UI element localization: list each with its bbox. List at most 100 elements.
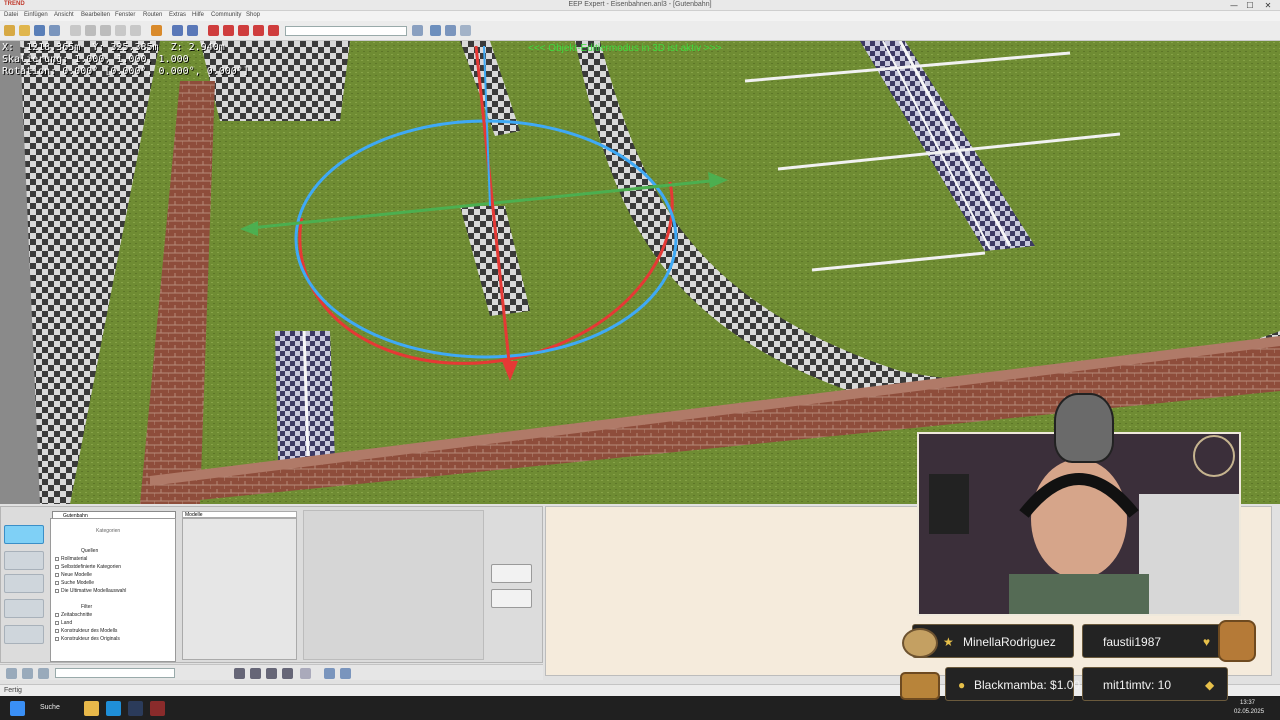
properties-icon[interactable]: [130, 25, 141, 36]
search-icon: [55, 580, 59, 585]
edge-icon[interactable]: [106, 701, 121, 716]
copy-icon[interactable]: [70, 25, 81, 36]
chat-user-3: Blackmamba: $1.00: [974, 678, 1081, 692]
treasure-chest-icon: [900, 672, 940, 700]
train-mode-icon[interactable]: [4, 551, 44, 570]
play-icon[interactable]: [250, 668, 261, 679]
track-icon[interactable]: [223, 25, 234, 36]
taskbar-search[interactable]: Suche: [40, 704, 60, 711]
menu-extras[interactable]: Extras: [169, 12, 186, 18]
menu-routen[interactable]: Routen: [143, 12, 162, 18]
tree-item-country[interactable]: Land: [55, 620, 72, 626]
roof-checker: [200, 41, 350, 121]
undo-icon[interactable]: [172, 25, 183, 36]
save-icon[interactable]: [34, 25, 45, 36]
menu-datei[interactable]: Datei: [4, 12, 18, 18]
barrel-icon: [1218, 620, 1256, 662]
tree-item-new-models[interactable]: Neue Modelle: [55, 572, 92, 578]
folder-icon: [55, 564, 59, 569]
edit-mode-banner: <<< Objekt-Editiermodus in 3D ist aktiv …: [528, 43, 722, 54]
tree-item-time-periods[interactable]: Zeitabschnitte: [55, 612, 92, 618]
file-explorer-icon[interactable]: [84, 701, 99, 716]
building-mode-icon[interactable]: [4, 599, 44, 618]
globe-icon: [55, 620, 59, 625]
pause-icon[interactable]: [234, 668, 245, 679]
playback-bar: [0, 664, 543, 680]
camera-icon[interactable]: [430, 25, 441, 36]
menu-shop[interactable]: Shop: [246, 12, 260, 18]
chat-user-1: MinellaRodriguez: [963, 635, 1056, 649]
clock-icon: [55, 612, 59, 617]
maximize-button[interactable]: ☐: [1242, 0, 1258, 11]
tree-item-custom-categories[interactable]: Selbstdefinierte Kategorien: [55, 564, 121, 570]
tree-item-original-builder[interactable]: Konstrukteur des Originals: [55, 636, 120, 642]
remove-model-button[interactable]: [491, 589, 532, 608]
chat-row-3: ● Blackmamba: $1.00: [945, 667, 1080, 701]
folder-icon: [55, 628, 59, 633]
tree-item-rollmaterial[interactable]: Rollmaterial: [55, 556, 87, 562]
coin-icon: ●: [958, 678, 966, 692]
close-button[interactable]: ✕: [1260, 0, 1276, 11]
tree-item-ultimate-selection[interactable]: Die Ultimative Modellauswahl: [55, 588, 126, 594]
cut-icon[interactable]: [100, 25, 111, 36]
toolbar-search-field[interactable]: [285, 26, 407, 36]
model-preview: [303, 510, 484, 660]
switch-icon[interactable]: [253, 25, 264, 36]
find-icon[interactable]: [412, 25, 423, 36]
record-icon[interactable]: [300, 668, 311, 679]
category-tree: Kategorien Quellen Rollmaterial Selbstde…: [50, 518, 176, 662]
insert-model-button[interactable]: [491, 564, 532, 583]
tools-icon[interactable]: [151, 25, 162, 36]
minimize-button[interactable]: —: [1226, 0, 1242, 11]
pin-icon[interactable]: [22, 668, 33, 679]
signal-icon[interactable]: [238, 25, 249, 36]
fast-forward-icon[interactable]: [266, 668, 277, 679]
zoom-out-icon[interactable]: [340, 668, 351, 679]
rolling-stock-mode-icon[interactable]: [4, 525, 44, 544]
tool-icon[interactable]: [6, 668, 17, 679]
steam-icon[interactable]: [128, 701, 143, 716]
view-icon[interactable]: [445, 25, 456, 36]
menu-hilfe[interactable]: Hilfe: [192, 12, 204, 18]
delete-icon[interactable]: [115, 25, 126, 36]
eep-taskbar-icon[interactable]: [150, 701, 165, 716]
gear-icon[interactable]: [38, 668, 49, 679]
star-icon: ★: [943, 635, 954, 649]
menu-community[interactable]: Community: [211, 12, 241, 18]
landscape-mode-icon[interactable]: [4, 625, 44, 644]
windows-start-icon[interactable]: [10, 701, 25, 716]
eep-window: TREND EEP Expert - Eisenbahnen.anl3 - [G…: [0, 0, 1280, 720]
diamond-icon: ◆: [1205, 678, 1215, 692]
hud-rotation: Rotation: 0.000° [0.000°, 0.000°, 0.000°…: [2, 66, 249, 77]
clock-date: 02.05.2025: [1234, 709, 1265, 715]
paste-icon[interactable]: [85, 25, 96, 36]
folder-icon: [55, 572, 59, 577]
models-list[interactable]: [182, 518, 297, 660]
window-title: EEP Expert - Eisenbahnen.anl3 - [Gutenba…: [568, 1, 712, 8]
skip-icon[interactable]: [282, 668, 293, 679]
settings-icon[interactable]: [460, 25, 471, 36]
tree-item-search-models[interactable]: Suche Modelle: [55, 580, 94, 586]
redo-icon[interactable]: [187, 25, 198, 36]
bottom-search-field[interactable]: [55, 668, 175, 678]
hud-scale: Skalierung: 1.000, 1.000, 1.000: [2, 54, 189, 65]
tree-sources-label: Quellen: [81, 548, 99, 554]
tree-item-model-builder[interactable]: Konstrukteur des Modells: [55, 628, 117, 634]
chat-user-4: mit1timtv: 10: [1103, 678, 1172, 692]
chat-row-2: faustii1987 ♥: [1082, 624, 1228, 658]
clock-time: 13:37: [1240, 700, 1256, 706]
train-icon[interactable]: [208, 25, 219, 36]
models-header: Modelle: [182, 511, 297, 518]
track-mode-icon[interactable]: [4, 574, 44, 593]
crossing-icon[interactable]: [268, 25, 279, 36]
new-file-icon[interactable]: [4, 25, 15, 36]
zoom-in-icon[interactable]: [324, 668, 335, 679]
folder-icon: [55, 636, 59, 641]
menu-fenster[interactable]: Fenster: [115, 12, 135, 18]
menu-ansicht[interactable]: Ansicht: [54, 12, 74, 18]
open-folder-icon[interactable]: [19, 25, 30, 36]
title-bar: TREND EEP Expert - Eisenbahnen.anl3 - [G…: [0, 0, 1280, 11]
menu-einfuegen[interactable]: Einfügen: [24, 12, 48, 18]
menu-bearbeiten[interactable]: Bearbeiten: [81, 12, 110, 18]
save-as-icon[interactable]: [49, 25, 60, 36]
